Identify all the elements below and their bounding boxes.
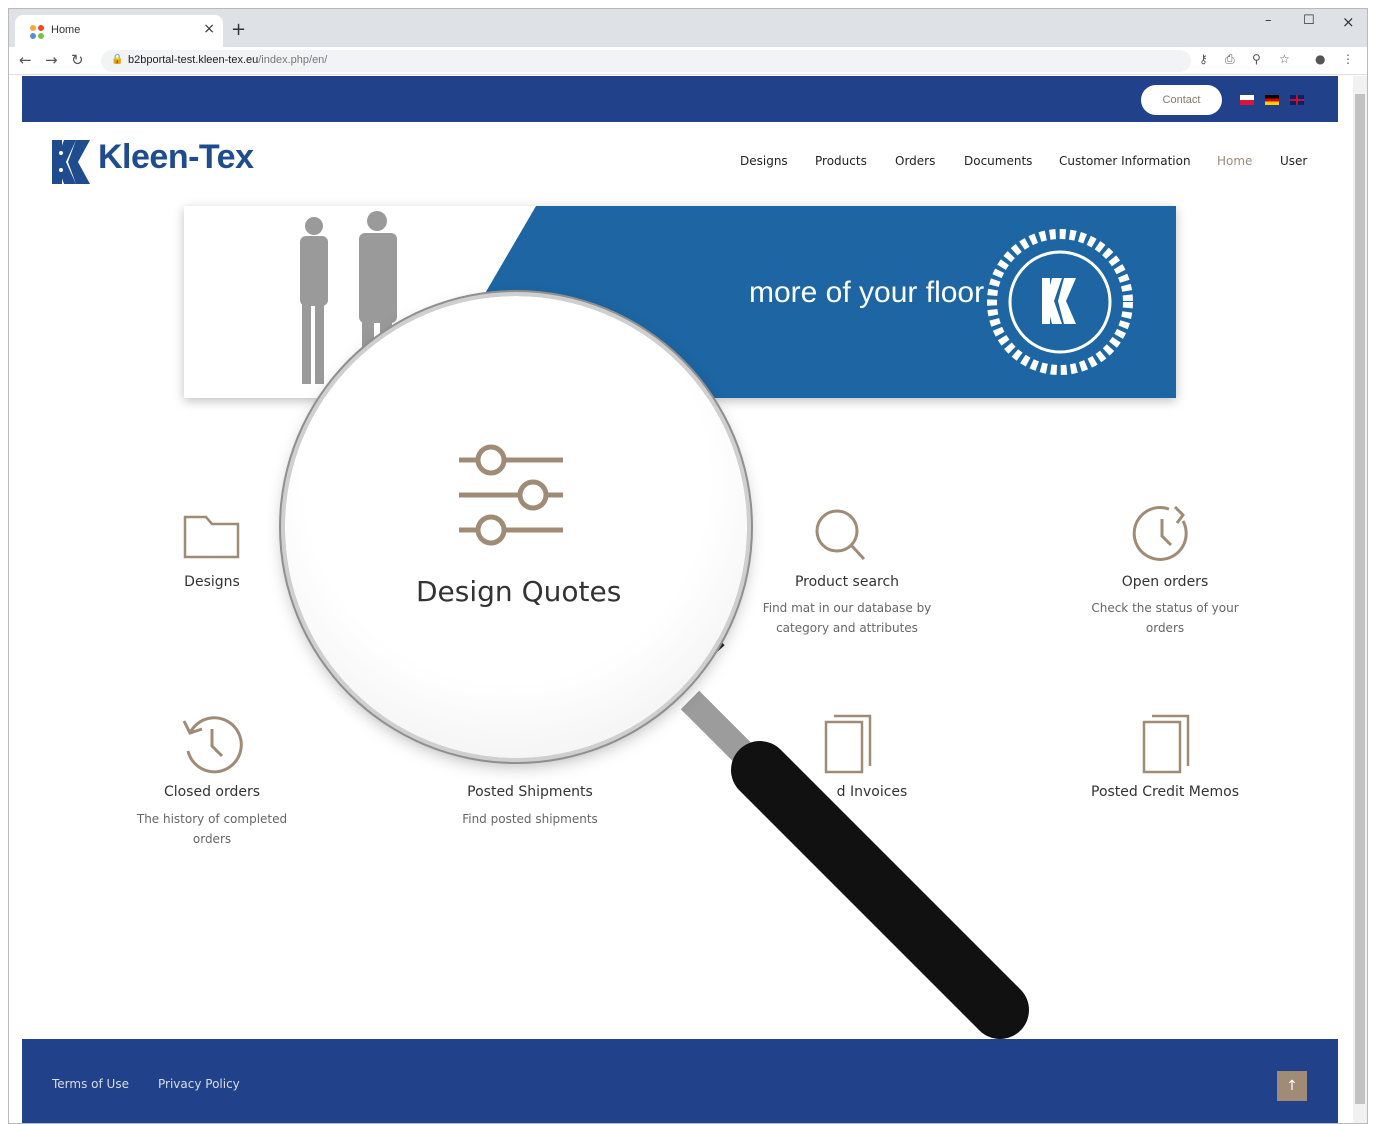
flag-en-icon[interactable] [1290, 95, 1304, 105]
credit-memos-documents-icon[interactable] [1140, 712, 1192, 776]
tab-title: Home [51, 24, 81, 36]
tab-home[interactable]: Home × [15, 15, 223, 47]
address-bar[interactable]: 🔒 b2bportal-test.kleen-tex.eu/index.php/… [101, 50, 1191, 72]
globe-logo-icon [987, 229, 1133, 375]
browser-toolbar: ← → ↻ 🔒 b2bportal-test.kleen-tex.eu/inde… [9, 47, 1367, 75]
tile-desc-open-orders: Check the status of your orders [1091, 601, 1239, 635]
banner-tagline: more of your floor [749, 276, 985, 309]
tile-title-closed-orders[interactable]: Closed orders [142, 784, 282, 800]
nav-products[interactable]: Products [815, 154, 867, 168]
tile-title-product-search[interactable]: Product search [767, 574, 927, 590]
search-icon[interactable] [812, 506, 872, 566]
nav-orders[interactable]: Orders [895, 154, 935, 168]
invoices-documents-icon[interactable] [822, 712, 874, 776]
tile-title-open-orders[interactable]: Open orders [1085, 574, 1245, 590]
web-page: Contact Kleen-Tex Designs Products Order… [22, 76, 1338, 1123]
lock-icon: 🔒 [111, 54, 124, 65]
close-window-button[interactable]: × [1342, 13, 1355, 31]
nav-user[interactable]: User [1280, 154, 1307, 168]
folder-icon[interactable] [182, 514, 242, 560]
back-to-top-button[interactable]: ↑ [1277, 1071, 1307, 1101]
nav-documents[interactable]: Documents [964, 154, 1032, 168]
tile-title-posted-shipments[interactable]: Posted Shipments [450, 784, 610, 800]
logo-text[interactable]: Kleen-Tex [98, 138, 254, 177]
key-icon[interactable]: ⚷ [1199, 52, 1208, 66]
menu-dots-icon[interactable]: ⋮ [1342, 52, 1354, 66]
star-icon[interactable]: ☆ [1279, 52, 1290, 66]
kleen-tex-logo-icon[interactable] [52, 140, 92, 184]
terms-of-use-link[interactable]: Terms of Use [52, 1077, 129, 1091]
top-bar: Contact [22, 76, 1338, 122]
maximize-button[interactable]: ☐ [1303, 13, 1315, 28]
url-path: /index.php/en/ [258, 54, 328, 66]
nav-customer-information[interactable]: Customer Information [1059, 154, 1191, 168]
clock-icon[interactable] [1131, 503, 1193, 565]
url-text: b2bportal-test.kleen-tex.eu/index.php/en… [128, 54, 327, 66]
history-icon[interactable] [180, 713, 244, 777]
tile-title-posted-invoices[interactable]: d Invoices [817, 784, 927, 800]
new-tab-button[interactable]: + [231, 19, 246, 40]
tile-desc-closed-orders: The history of completed orders [136, 812, 288, 846]
flag-pl-icon[interactable] [1240, 95, 1254, 105]
back-icon[interactable]: ← [19, 51, 32, 69]
tab-close-icon[interactable]: × [203, 21, 215, 37]
minimize-button[interactable]: – [1265, 13, 1272, 28]
flag-de-icon[interactable] [1265, 95, 1279, 105]
tile-title-posted-credit-memos[interactable]: Posted Credit Memos [1075, 784, 1255, 800]
tab-strip: Home × + – ☐ × [9, 9, 1367, 47]
banner-graphic [184, 206, 1133, 398]
forward-icon[interactable]: → [45, 51, 58, 69]
site-header: Kleen-Tex Designs Products Orders Docume… [22, 122, 1338, 206]
tile-desc-product-search: Find mat in our database by category and… [762, 601, 932, 635]
reload-icon[interactable]: ↻ [71, 51, 84, 69]
zoom-icon[interactable]: ⚲ [1252, 52, 1261, 66]
scrollbar-thumb[interactable] [1355, 94, 1365, 1104]
site-footer: Terms of Use Privacy Policy ↑ [22, 1039, 1338, 1123]
contact-button[interactable]: Contact [1141, 85, 1222, 115]
nav-designs[interactable]: Designs [740, 154, 788, 168]
page-scrollbar[interactable] [1353, 76, 1367, 1123]
url-host: b2bportal-test.kleen-tex.eu [128, 54, 259, 66]
nav-home[interactable]: Home [1217, 154, 1252, 168]
translate-icon[interactable]: ⎙ [1225, 52, 1235, 67]
profile-icon[interactable]: ● [1315, 52, 1325, 66]
joomla-favicon-icon [30, 25, 44, 39]
browser-window: Home × + – ☐ × ← → ↻ 🔒 b2bportal-test.kl… [8, 8, 1368, 1124]
tile-title-designs[interactable]: Designs [152, 574, 272, 590]
hero-banner: more of your floor [184, 206, 1176, 398]
tile-desc-posted-shipments: Find posted shipments [462, 812, 598, 826]
privacy-policy-link[interactable]: Privacy Policy [158, 1077, 240, 1091]
